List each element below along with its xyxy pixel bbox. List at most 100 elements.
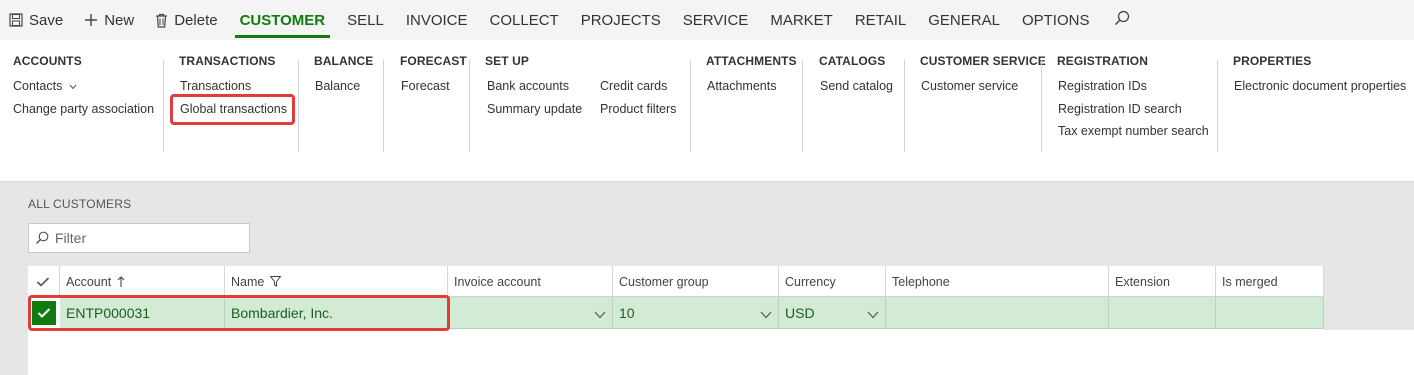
group-customer-service: CUSTOMER SERVICE	[920, 54, 1046, 68]
tab-label: PROJECTS	[580, 11, 661, 29]
chevron-down-icon	[69, 79, 77, 93]
save-icon	[9, 13, 23, 27]
bank-accounts-button[interactable]: Bank accounts	[487, 79, 569, 93]
tab-projects[interactable]: PROJECTS	[570, 0, 672, 40]
summary-update-button[interactable]: Summary update	[487, 102, 582, 116]
group-title: BALANCE	[314, 54, 374, 68]
tab-invoice[interactable]: INVOICE	[395, 0, 479, 40]
chevron-down-icon[interactable]	[867, 306, 879, 322]
cell-name[interactable]: Bombardier, Inc.	[225, 297, 448, 329]
grid-header-row: Account Name Invoice account Customer gr…	[28, 266, 1324, 297]
forecast-button[interactable]: Forecast	[401, 79, 450, 93]
column-label: Account	[66, 274, 112, 289]
tab-sell[interactable]: SELL	[336, 0, 395, 40]
sort-ascending-icon	[117, 275, 125, 288]
search-icon	[35, 231, 49, 245]
new-button[interactable]: New	[72, 0, 143, 40]
column-header-telephone[interactable]: Telephone	[886, 266, 1109, 297]
checkmark-icon	[36, 276, 50, 288]
tab-collect[interactable]: COLLECT	[479, 0, 570, 40]
filter-funnel-icon	[270, 276, 282, 287]
send-catalog-button[interactable]: Send catalog	[820, 79, 893, 93]
new-label: New	[104, 11, 135, 29]
group-forecast: FORECAST	[400, 54, 467, 68]
group-accounts: ACCOUNTS	[13, 54, 82, 68]
column-header-name[interactable]: Name	[225, 266, 448, 297]
checkmark-icon	[37, 307, 51, 319]
tab-service[interactable]: SERVICE	[672, 0, 760, 40]
chevron-down-icon[interactable]	[594, 306, 606, 322]
divider	[383, 60, 384, 152]
column-header-currency[interactable]: Currency	[779, 266, 886, 297]
column-header-account[interactable]: Account	[60, 266, 225, 297]
global-transactions-button[interactable]: Global transactions	[180, 102, 287, 116]
action-pane: Save New Delete CUSTOMER SELL INVOICE CO…	[0, 0, 1414, 40]
filter-box[interactable]	[28, 223, 250, 253]
divider	[802, 60, 803, 152]
electronic-document-properties-button[interactable]: Electronic document properties	[1234, 79, 1406, 93]
contacts-menu[interactable]: Contacts	[13, 79, 77, 93]
group-registration: REGISTRATION	[1057, 54, 1148, 68]
group-attachments: ATTACHMENTS	[706, 54, 797, 68]
group-title: CATALOGS	[819, 54, 886, 68]
filter-input[interactable]	[55, 230, 235, 246]
tab-label: RETAIL	[854, 11, 907, 29]
cell-account[interactable]: ENTP000031	[60, 297, 225, 329]
transactions-button[interactable]: Transactions	[180, 79, 251, 93]
column-label: Name	[231, 274, 265, 289]
group-title: FORECAST	[400, 54, 467, 68]
cell-customer-group[interactable]: 10	[613, 297, 779, 329]
search-button[interactable]	[1100, 0, 1144, 40]
delete-button[interactable]: Delete	[143, 0, 226, 40]
registration-id-search-button[interactable]: Registration ID search	[1058, 102, 1182, 116]
tab-label: CUSTOMER	[239, 11, 326, 29]
group-title: SET UP	[485, 54, 529, 68]
cell-is-merged[interactable]	[1216, 297, 1324, 329]
cell-value: USD	[785, 305, 815, 321]
group-title: PROPERTIES	[1233, 54, 1312, 68]
divider	[469, 60, 470, 152]
tab-customer[interactable]: CUSTOMER	[229, 0, 337, 40]
registration-ids-button[interactable]: Registration IDs	[1058, 79, 1147, 93]
select-all-checkbox[interactable]	[28, 266, 60, 297]
tab-general[interactable]: GENERAL	[917, 0, 1011, 40]
ribbon-customer: ACCOUNTS Contacts Change party associati…	[0, 40, 1414, 182]
group-catalogs: CATALOGS	[819, 54, 885, 68]
tab-label: GENERAL	[928, 11, 1000, 29]
divider	[690, 60, 691, 152]
column-header-extension[interactable]: Extension	[1109, 266, 1216, 297]
tab-label: SERVICE	[682, 11, 749, 29]
cell-telephone[interactable]	[886, 297, 1109, 329]
change-party-association-button[interactable]: Change party association	[13, 102, 154, 116]
cell-extension[interactable]	[1109, 297, 1216, 329]
tab-market[interactable]: MARKET	[759, 0, 844, 40]
row-select-cell[interactable]	[28, 297, 60, 329]
group-transactions: TRANSACTIONS	[179, 54, 276, 68]
column-header-invoice-account[interactable]: Invoice account	[448, 266, 613, 297]
list-page-content: ALL CUSTOMERS Account Name	[0, 182, 1414, 375]
divider	[163, 60, 164, 152]
tab-options[interactable]: OPTIONS	[1011, 0, 1101, 40]
chevron-down-icon[interactable]	[760, 306, 772, 322]
tab-label: INVOICE	[405, 11, 468, 29]
delete-label: Delete	[174, 11, 218, 29]
tax-exempt-number-search-button[interactable]: Tax exempt number search	[1058, 124, 1209, 138]
tab-label: COLLECT	[489, 11, 559, 29]
divider	[1041, 60, 1042, 152]
cell-invoice-account[interactable]	[448, 297, 613, 329]
table-row[interactable]: ENTP000031 Bombardier, Inc. 10 USD	[28, 297, 1324, 329]
divider	[298, 60, 299, 152]
column-header-customer-group[interactable]: Customer group	[613, 266, 779, 297]
customer-service-button[interactable]: Customer service	[921, 79, 1018, 93]
column-header-is-merged[interactable]: Is merged	[1216, 266, 1324, 297]
balance-button[interactable]: Balance	[315, 79, 360, 93]
credit-cards-button[interactable]: Credit cards	[600, 79, 667, 93]
group-properties: PROPERTIES	[1233, 54, 1311, 68]
attachments-button[interactable]: Attachments	[707, 79, 776, 93]
tab-retail[interactable]: RETAIL	[844, 0, 917, 40]
tab-label: SELL	[347, 11, 384, 29]
product-filters-button[interactable]: Product filters	[600, 102, 676, 116]
cell-currency[interactable]: USD	[779, 297, 886, 329]
save-button[interactable]: Save	[0, 0, 72, 40]
row-checkbox[interactable]	[32, 301, 56, 325]
